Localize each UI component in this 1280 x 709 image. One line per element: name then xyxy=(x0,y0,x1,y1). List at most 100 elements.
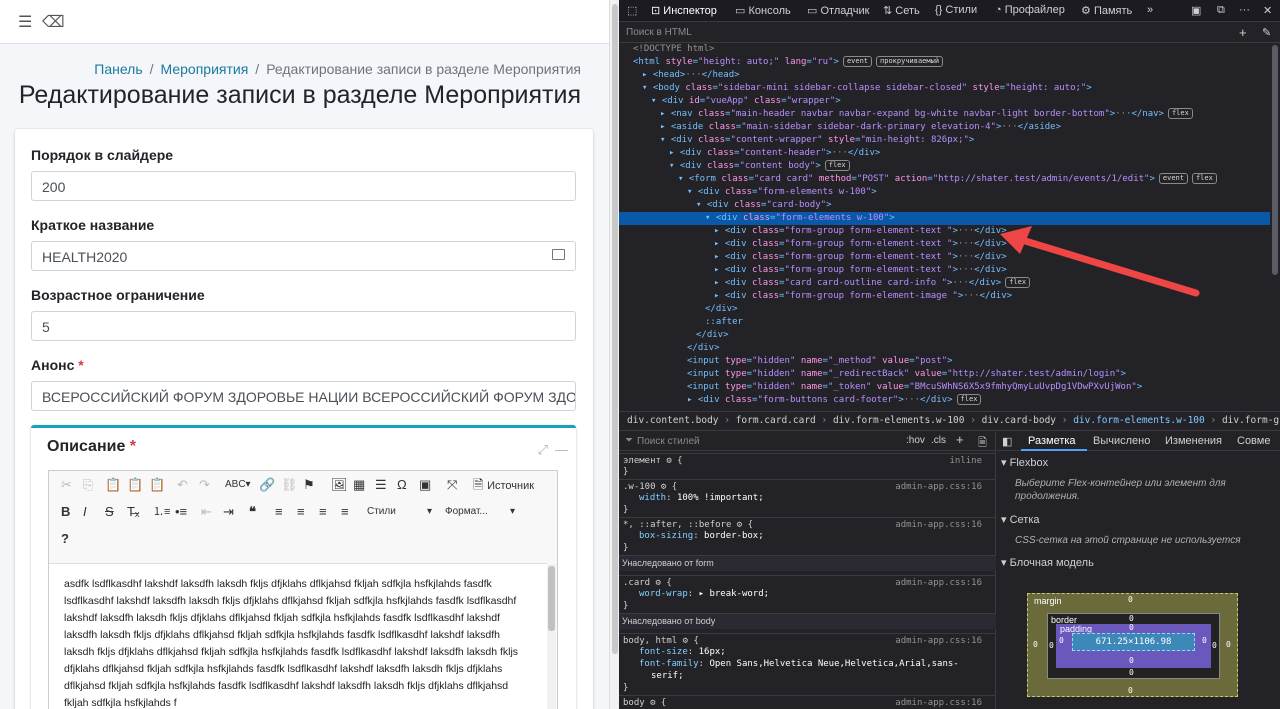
html-node[interactable]: <input type="hidden" name="_token" value… xyxy=(619,381,1270,394)
html-node[interactable]: ▸ <div class="form-buttons card-footer">… xyxy=(619,394,1270,407)
align-right-icon[interactable]: ≡ xyxy=(319,504,327,520)
margin-bottom-value[interactable]: 0 xyxy=(1128,686,1133,695)
html-node-selected[interactable]: ▾ <div class="form-elements w-100"> xyxy=(619,212,1270,225)
html-node[interactable]: <input type="hidden" name="_redirectBack… xyxy=(619,368,1270,381)
html-node[interactable]: ▾ <body class="sidebar-mini sidebar-coll… xyxy=(619,82,1270,95)
element-picker-icon[interactable]: ⬚ xyxy=(627,4,637,17)
special-char-icon[interactable]: Ω xyxy=(397,477,407,493)
blockquote-icon[interactable]: ❝ xyxy=(249,504,256,520)
node-badge[interactable]: flex xyxy=(956,394,982,405)
css-rule-close[interactable]: } xyxy=(619,682,996,694)
link-icon[interactable]: 🔗 xyxy=(259,477,275,493)
node-badge[interactable]: flex xyxy=(1167,108,1193,119)
numbered-list-icon[interactable]: ⒈≡ xyxy=(153,504,170,520)
boxmodel-section-header[interactable]: ▾ Блочная модель xyxy=(1001,556,1094,569)
eraser-icon[interactable]: ⌫ xyxy=(42,12,65,32)
inherited-header[interactable]: Унаследовано от body xyxy=(619,614,996,629)
grid-section-header[interactable]: ▾ Сетка xyxy=(1001,513,1040,526)
boxmodel-border[interactable]: border 0 0 0 0 padding 0 0 0 0 671.25×11… xyxy=(1047,613,1220,679)
margin-right-value[interactable]: 0 xyxy=(1226,640,1231,649)
popout-icon[interactable]: ⧉ xyxy=(1217,4,1225,17)
iframe-icon[interactable]: ▣ xyxy=(419,477,431,493)
copy-icon[interactable]: ⎘ xyxy=(83,477,93,493)
redo-icon[interactable]: ↷ xyxy=(199,477,210,493)
padding-bottom-value[interactable]: 0 xyxy=(1129,656,1134,665)
html-node[interactable]: ▾ <div class="card-body"> xyxy=(619,199,1270,212)
editor-content[interactable]: asdfk lsdflkasdhf lakshdf laksdfh laksdh… xyxy=(49,563,547,709)
html-node[interactable]: ▸ <div class="content-header">···</div> xyxy=(619,147,1270,160)
css-property-continued[interactable]: serif; xyxy=(619,670,996,682)
tab-inspector[interactable]: ⊡ Инспектор xyxy=(651,4,717,17)
css-property[interactable]: font-family: Open Sans,Helvetica Neue,He… xyxy=(619,658,996,670)
boxmodel-content-size[interactable]: 671.25×1106.98 xyxy=(1072,633,1195,651)
editor-scrollbar-thumb[interactable] xyxy=(548,566,555,631)
node-badge[interactable]: flex xyxy=(1191,173,1217,184)
tab-debugger[interactable]: ▭ Отладчик xyxy=(807,4,869,17)
node-breadcrumb[interactable]: div.form-elements.w-100 xyxy=(833,415,965,426)
expand-icon[interactable]: ⤢ xyxy=(538,442,548,458)
html-node[interactable]: ▾ <div id="vueApp" class="wrapper"> xyxy=(619,95,1270,108)
print-media-icon[interactable]: 🗎 xyxy=(978,434,987,453)
border-bottom-value[interactable]: 0 xyxy=(1129,668,1134,677)
dock-icon[interactable]: ▣ xyxy=(1191,4,1201,17)
flexbox-section-header[interactable]: ▾ Flexbox xyxy=(1001,456,1048,469)
page-scrollbar-thumb[interactable] xyxy=(612,4,618,654)
spellcheck-icon[interactable]: ABC▾ xyxy=(225,477,251,493)
html-node[interactable]: ▾ <div class="content-wrapper" style="mi… xyxy=(619,134,1270,147)
cls-button[interactable]: .cls xyxy=(931,435,946,446)
source-button[interactable]: 🗎 Источник xyxy=(473,477,534,494)
node-breadcrumb[interactable]: form.card.card xyxy=(736,415,816,426)
html-node[interactable]: </div> xyxy=(619,329,1270,342)
css-rule-close[interactable]: } xyxy=(619,504,996,516)
bold-icon[interactable]: B xyxy=(61,504,70,520)
html-node[interactable]: ▸ <div class="form-group form-element-te… xyxy=(619,238,1270,251)
options-icon[interactable]: ··· xyxy=(1239,4,1250,16)
bullet-list-icon[interactable]: •≡ xyxy=(175,504,187,520)
html-tree-scrollbar[interactable] xyxy=(1272,45,1278,275)
tab-styles[interactable]: {} Стили xyxy=(935,4,977,16)
css-rule-close[interactable]: } xyxy=(619,600,996,612)
image-icon[interactable]: 🖼 xyxy=(331,477,348,493)
css-rule-source[interactable]: admin-app.css:16 xyxy=(895,697,982,709)
css-property[interactable]: word-wrap: ▸ break-word; xyxy=(619,588,996,600)
unlink-icon[interactable]: ⛓ xyxy=(281,477,298,493)
html-node[interactable]: ▸ <div class="form-group form-element-te… xyxy=(619,264,1270,277)
css-rule-close[interactable]: } xyxy=(619,542,996,554)
collapse-icon[interactable]: — xyxy=(555,442,568,457)
tab-memory[interactable]: ⚙ Память xyxy=(1081,4,1132,17)
styles-dropdown[interactable]: Стили ▾ xyxy=(367,504,437,520)
tab-compat[interactable]: Совме xyxy=(1237,435,1270,447)
html-node[interactable]: ▸ <div class="form-group form-element-im… xyxy=(619,290,1270,303)
html-node[interactable]: ▸ <div class="form-group form-element-te… xyxy=(619,251,1270,264)
align-justify-icon[interactable]: ≡ xyxy=(341,504,349,520)
margin-left-value[interactable]: 0 xyxy=(1033,640,1038,649)
boxmodel-padding[interactable]: padding 0 0 0 0 671.25×1106.98 xyxy=(1056,623,1211,668)
padding-left-value[interactable]: 0 xyxy=(1059,636,1064,645)
node-badge[interactable]: event xyxy=(842,56,873,67)
boxmodel-margin[interactable]: margin 0 0 0 0 border 0 0 0 0 padding 0 … xyxy=(1027,593,1238,697)
border-top-value[interactable]: 0 xyxy=(1129,614,1134,623)
short-name-input[interactable]: HEALTH2020 xyxy=(31,241,576,271)
sidebar-toggle-icon[interactable]: ◧ xyxy=(1002,435,1012,448)
node-badge[interactable]: flex xyxy=(1005,277,1031,288)
close-icon[interactable]: ✕ xyxy=(1263,4,1272,17)
add-node-icon[interactable]: + xyxy=(1239,25,1247,40)
css-property[interactable]: box-sizing: border-box; xyxy=(619,530,996,542)
node-breadcrumb[interactable]: div.card-body xyxy=(982,415,1056,426)
html-search-bar[interactable]: Поиск в HTML + ✎ xyxy=(619,23,1280,43)
remove-format-icon[interactable]: T̶ₓ xyxy=(127,504,139,520)
inherited-header[interactable]: Унаследовано от form xyxy=(619,556,996,571)
border-right-value[interactable]: 0 xyxy=(1212,641,1217,650)
anchor-flag-icon[interactable]: ⚑ xyxy=(303,477,315,493)
paste-text-icon[interactable]: 📋 xyxy=(127,477,143,493)
indent-icon[interactable]: ⇥ xyxy=(223,504,234,520)
html-node[interactable]: ▸ <head>···</head> xyxy=(619,69,1270,82)
page-scrollbar[interactable] xyxy=(609,0,619,709)
paste-word-icon[interactable]: 📋 xyxy=(149,477,165,493)
strikethrough-icon[interactable]: S xyxy=(105,504,114,520)
html-node[interactable]: ▸ <nav class="main-header navbar navbar-… xyxy=(619,108,1270,121)
margin-top-value[interactable]: 0 xyxy=(1128,595,1133,604)
paste-icon[interactable]: 📋 xyxy=(105,477,121,493)
hov-button[interactable]: :hov xyxy=(906,435,925,446)
help-icon[interactable]: ? xyxy=(61,531,69,547)
